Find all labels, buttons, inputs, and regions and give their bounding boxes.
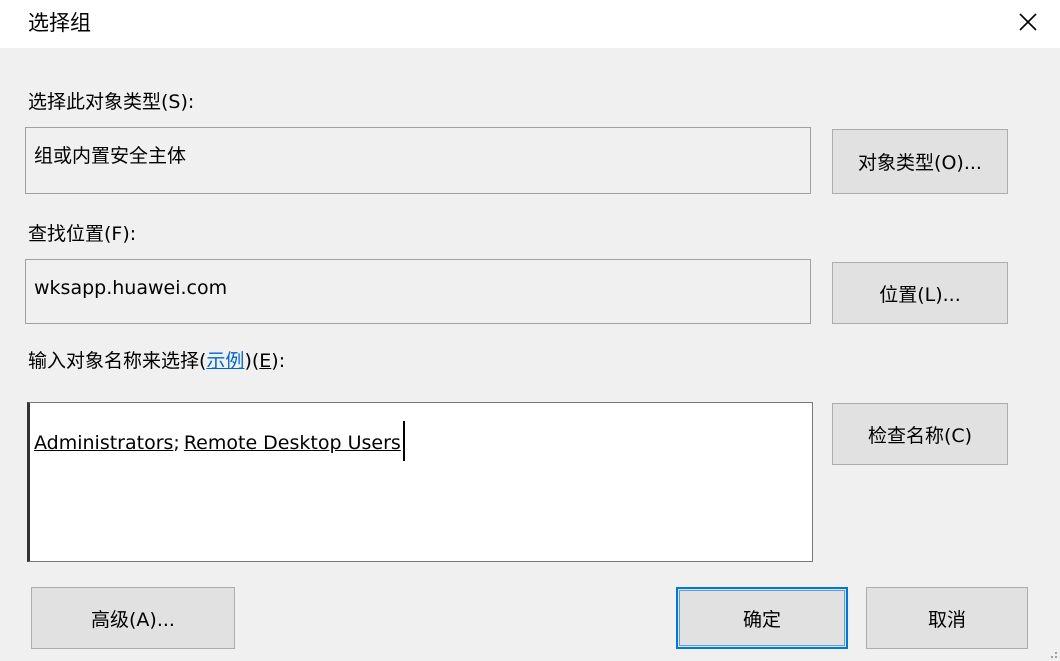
examples-link[interactable]: 示例: [206, 350, 244, 372]
object-types-button[interactable]: 对象类型(O)...: [832, 129, 1008, 194]
location-label: 查找位置(F):: [28, 223, 137, 245]
object-type-value: 组或内置安全主体: [34, 145, 187, 167]
locations-button[interactable]: 位置(L)...: [832, 262, 1008, 324]
resize-grip-icon[interactable]: [1046, 647, 1058, 659]
name-separator: ;: [173, 432, 180, 454]
title-bar: 选择组: [0, 0, 1060, 48]
advanced-button[interactable]: 高级(A)...: [31, 587, 235, 649]
dialog-title: 选择组: [28, 11, 91, 35]
ok-button[interactable]: 确定: [676, 587, 848, 649]
check-names-button[interactable]: 检查名称(C): [832, 403, 1008, 465]
object-names-accel: E: [259, 350, 272, 372]
object-names-label-prefix: 输入对象名称来选择(: [28, 350, 207, 372]
object-names-input[interactable]: Administrators; Remote Desktop Users: [27, 402, 813, 562]
object-names-label: 输入对象名称来选择(示例)(E):: [28, 349, 285, 373]
location-value: wksapp.huawei.com: [34, 277, 228, 299]
text-caret: [402, 421, 405, 461]
object-names-label-open: )(: [244, 350, 260, 372]
location-field: wksapp.huawei.com: [25, 259, 811, 324]
close-icon: [1019, 13, 1037, 31]
dialog-body: 选择此对象类型(S): 组或内置安全主体 对象类型(O)... 查找位置(F):…: [0, 48, 1060, 661]
object-names-content: Administrators; Remote Desktop Users: [34, 421, 405, 461]
cancel-button[interactable]: 取消: [866, 587, 1028, 649]
object-names-label-close: ):: [271, 350, 286, 372]
close-button[interactable]: [996, 0, 1060, 44]
object-type-field: 组或内置安全主体: [25, 127, 811, 194]
object-type-label: 选择此对象类型(S):: [28, 91, 195, 113]
name-entry-administrators: Administrators: [34, 432, 174, 454]
name-entry-remote-desktop-users: Remote Desktop Users: [183, 432, 401, 454]
